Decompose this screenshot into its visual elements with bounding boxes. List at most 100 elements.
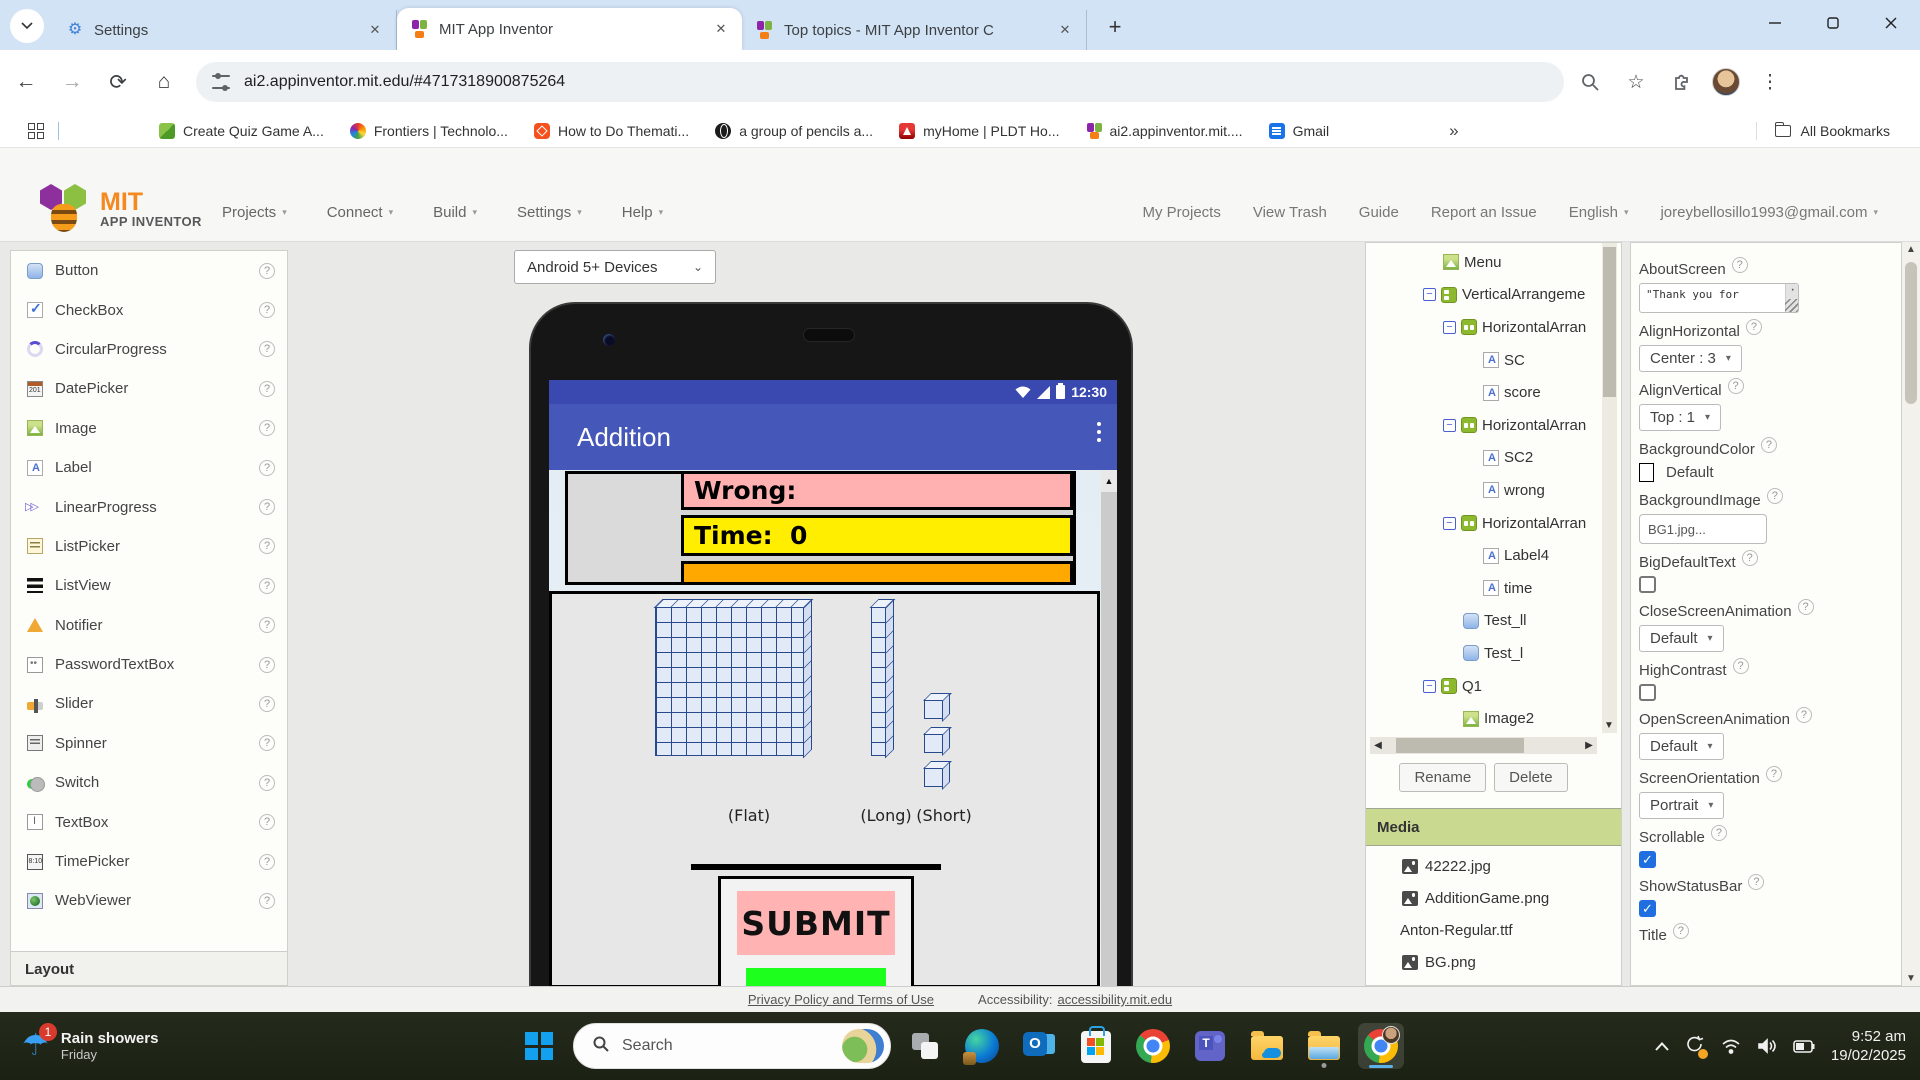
help-icon[interactable]: ?: [259, 381, 275, 397]
submit-arrangement[interactable]: SUBMIT: [718, 876, 914, 988]
tree-node-horizontalarran[interactable]: −HorizontalArran: [1366, 409, 1601, 442]
start-button[interactable]: [516, 1023, 562, 1069]
appinventor-logo[interactable]: MIT APP INVENTOR: [38, 184, 202, 234]
time-label-bar[interactable]: Time: 0: [681, 515, 1073, 556]
bookmark-item[interactable]: Gmail: [1269, 123, 1330, 139]
collapse-icon[interactable]: −: [1443, 321, 1456, 334]
tab-close-icon[interactable]: ✕: [1056, 22, 1074, 38]
menu-connect[interactable]: Connect▾: [327, 204, 393, 221]
media-item[interactable]: Anton-Regular.ttf: [1366, 914, 1621, 946]
delete-button[interactable]: Delete: [1494, 763, 1567, 792]
help-icon[interactable]: ?: [259, 617, 275, 633]
scroll-left-icon[interactable]: ◀: [1370, 740, 1386, 751]
browser-tab[interactable]: Top topics - MIT App Inventor C✕: [742, 10, 1087, 50]
property-dropdown[interactable]: Top : 1▾: [1639, 404, 1721, 431]
app-menu-kebab-icon[interactable]: [1097, 422, 1101, 442]
scoreboard-arrangement[interactable]: Wrong: Time: 0: [565, 471, 1076, 585]
menu-projects[interactable]: Projects▾: [222, 204, 287, 221]
help-icon[interactable]: ?: [259, 499, 275, 515]
bookmark-item[interactable]: ai2.appinventor.mit....: [1086, 123, 1243, 139]
tab-close-icon[interactable]: ✕: [366, 22, 384, 38]
help-icon[interactable]: ?: [259, 420, 275, 436]
media-item[interactable]: BG.png: [1366, 946, 1621, 978]
volume-icon[interactable]: [1757, 1038, 1777, 1054]
store-taskbar-button[interactable]: [1073, 1023, 1119, 1069]
outlook-taskbar-button[interactable]: [1016, 1023, 1062, 1069]
property-text-input[interactable]: [1639, 514, 1767, 544]
tray-chevron-up-icon[interactable]: [1655, 1042, 1669, 1051]
extensions-puzzle-icon[interactable]: [1666, 66, 1698, 98]
tree-node-menu[interactable]: Menu: [1366, 246, 1601, 279]
palette-item-button[interactable]: Button?: [11, 251, 287, 290]
base-ten-blocks-canvas[interactable]: (Flat) (Long) (Short) SUBMIT: [549, 591, 1100, 988]
help-icon[interactable]: ?: [259, 460, 275, 476]
help-icon[interactable]: ?: [1711, 825, 1727, 841]
wrong-label-bar[interactable]: Wrong:: [681, 474, 1073, 510]
browser-tab[interactable]: MIT App Inventor✕: [397, 8, 742, 50]
forward-button[interactable]: →: [52, 62, 92, 102]
tree-node-wrong[interactable]: wrong: [1366, 474, 1601, 507]
site-settings-icon[interactable]: [212, 75, 230, 89]
search-icon[interactable]: [1574, 66, 1606, 98]
help-icon[interactable]: ?: [1733, 658, 1749, 674]
help-icon[interactable]: ?: [1798, 599, 1814, 615]
link-my-projects[interactable]: My Projects: [1143, 204, 1221, 221]
tree-vertical-scrollbar[interactable]: ▼: [1602, 243, 1617, 733]
rename-button[interactable]: Rename: [1399, 763, 1486, 792]
teams-taskbar-button[interactable]: [1187, 1023, 1233, 1069]
help-icon[interactable]: ?: [259, 302, 275, 318]
bookmarks-overflow-chevron[interactable]: »: [1449, 121, 1458, 141]
weather-widget[interactable]: ☂ 1 Rain showers Friday: [22, 1029, 158, 1063]
collapse-icon[interactable]: −: [1423, 680, 1436, 693]
color-swatch[interactable]: [1639, 463, 1654, 482]
tab-close-icon[interactable]: ✕: [712, 21, 730, 37]
help-icon[interactable]: ?: [1728, 378, 1744, 394]
accessibility-link[interactable]: accessibility.mit.edu: [1057, 992, 1172, 1007]
palette-section-layout[interactable]: Layout: [11, 951, 287, 986]
media-item[interactable]: 42222.jpg: [1366, 850, 1621, 882]
scroll-down-icon[interactable]: ▼: [1604, 720, 1614, 731]
task-view-button[interactable]: [902, 1023, 948, 1069]
submit-button[interactable]: SUBMIT: [737, 891, 895, 955]
help-icon[interactable]: ?: [1766, 766, 1782, 782]
link-report-an-issue[interactable]: Report an Issue: [1431, 204, 1537, 221]
help-icon[interactable]: ?: [259, 263, 275, 279]
window-minimize-button[interactable]: [1746, 0, 1804, 46]
palette-item-webviewer[interactable]: WebViewer?: [11, 881, 287, 920]
home-button[interactable]: ⌂: [144, 62, 184, 102]
chrome-profile-taskbar-button[interactable]: [1358, 1023, 1404, 1069]
taskbar-clock[interactable]: 9:52 am 19/02/2025: [1831, 1027, 1906, 1065]
menu-build[interactable]: Build▾: [433, 204, 477, 221]
menu-settings[interactable]: Settings▾: [517, 204, 582, 221]
scroll-up-icon[interactable]: ▲: [1101, 470, 1117, 492]
browser-menu-kebab-icon[interactable]: ⋮: [1754, 66, 1786, 98]
scroll-up-icon[interactable]: ▲: [1902, 244, 1920, 255]
help-icon[interactable]: ?: [1732, 257, 1748, 273]
wifi-icon[interactable]: [1721, 1039, 1741, 1054]
palette-item-switch[interactable]: Switch?: [11, 763, 287, 802]
help-icon[interactable]: ?: [1746, 319, 1762, 335]
update-sync-icon[interactable]: [1685, 1035, 1705, 1058]
all-bookmarks-button[interactable]: All Bookmarks: [1756, 122, 1890, 140]
property-checkbox[interactable]: ✓: [1639, 900, 1656, 917]
property-dropdown[interactable]: Portrait▾: [1639, 792, 1724, 819]
score-orange-bar[interactable]: [681, 561, 1073, 582]
app-title-bar[interactable]: Addition: [549, 404, 1117, 470]
palette-item-slider[interactable]: Slider?: [11, 684, 287, 723]
scroll-down-icon[interactable]: ▼: [1902, 973, 1920, 984]
short-cube-image[interactable]: [924, 699, 944, 719]
palette-item-textbox[interactable]: TextBox?: [11, 802, 287, 841]
help-icon[interactable]: ?: [259, 578, 275, 594]
resize-grip-icon[interactable]: [1785, 299, 1798, 312]
palette-item-listpicker[interactable]: ListPicker?: [11, 527, 287, 566]
tab-search-button[interactable]: [10, 9, 44, 43]
tree-node-verticalarrangeme[interactable]: −VerticalArrangeme: [1366, 279, 1601, 312]
green-button[interactable]: [746, 968, 886, 986]
media-item[interactable]: AdditionGame.png: [1366, 882, 1621, 914]
privacy-link[interactable]: Privacy Policy and Terms of Use: [748, 992, 934, 1007]
tree-node-test_l[interactable]: Test_l: [1366, 637, 1601, 670]
aboutscreen-textarea[interactable]: "Thank you for: [1639, 283, 1799, 313]
palette-item-datepicker[interactable]: DatePicker?: [11, 369, 287, 408]
profile-avatar[interactable]: [1712, 68, 1740, 96]
reload-button[interactable]: ⟳: [98, 62, 138, 102]
